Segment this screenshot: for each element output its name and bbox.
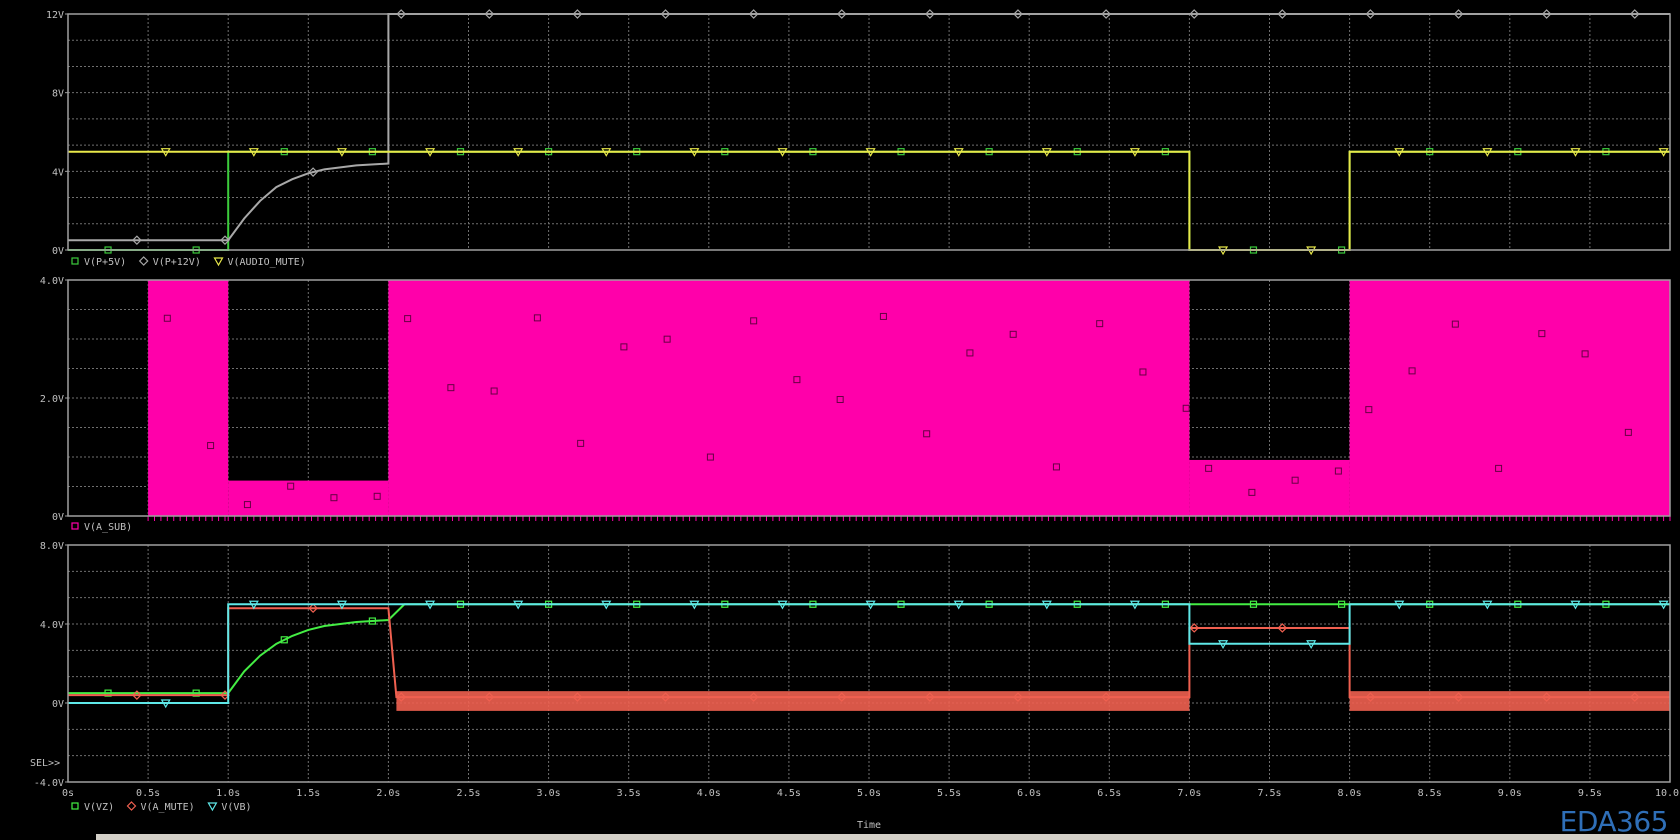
y-tick-label: 4.0V bbox=[40, 620, 64, 631]
x-tick-label: 6.0s bbox=[1017, 788, 1041, 799]
legend-entry: V(A_SUB) bbox=[84, 522, 132, 533]
x-tick-label: 4.0s bbox=[697, 788, 721, 799]
legend: V(P+5V) V(P+12V) V(AUDIO_MUTE) bbox=[71, 256, 306, 268]
plot-panel-1[interactable]: 0V 4V 8V 12V V(P+5V) V(P+12V) V(AUDIO_MUTE) bbox=[46, 9, 1671, 268]
legend-marker bbox=[213, 257, 224, 267]
x-tick-label: 5.0s bbox=[857, 788, 881, 799]
x-tick-label: 8.0s bbox=[1338, 788, 1362, 799]
y-tick-label: 2.0V bbox=[40, 394, 64, 405]
y-tick-label: 12V bbox=[46, 10, 64, 21]
legend: V(VZ) V(A_MUTE) V(VB) bbox=[71, 801, 252, 813]
legend-marker bbox=[126, 801, 137, 811]
signal-band bbox=[148, 280, 229, 516]
x-tick-label: 3.5s bbox=[617, 788, 641, 799]
x-tick-label: 7.5s bbox=[1257, 788, 1281, 799]
legend-marker bbox=[71, 522, 79, 530]
signal-band bbox=[1189, 459, 1350, 516]
legend: V(A_SUB) bbox=[71, 522, 132, 533]
x-tick-label: 10.0s bbox=[1655, 788, 1680, 799]
x-tick-label: 3.0s bbox=[537, 788, 561, 799]
x-tick-label: 0.5s bbox=[136, 788, 160, 799]
x-tick-label: 7.0s bbox=[1177, 788, 1201, 799]
x-tick-label: 6.5s bbox=[1097, 788, 1121, 799]
signal-band bbox=[1349, 280, 1670, 516]
y-tick-label: 4V bbox=[52, 167, 64, 178]
x-tick-label: 1.0s bbox=[216, 788, 240, 799]
x-tick-label: 8.5s bbox=[1418, 788, 1442, 799]
status-bar bbox=[96, 834, 1680, 840]
signal-ripple-band bbox=[1349, 691, 1670, 711]
x-tick-label: 2.5s bbox=[456, 788, 480, 799]
legend-marker bbox=[71, 802, 79, 810]
plot-grid bbox=[68, 545, 1670, 782]
x-tick-label: 9.5s bbox=[1578, 788, 1602, 799]
legend-entry: V(VZ) bbox=[84, 802, 114, 813]
signal-ripple-band bbox=[396, 691, 1190, 711]
signal-band bbox=[388, 280, 1190, 516]
y-tick-label: 0V bbox=[52, 246, 64, 257]
y-tick-label: 8V bbox=[52, 89, 64, 100]
legend-marker bbox=[138, 256, 149, 266]
x-tick-label: 1.5s bbox=[296, 788, 320, 799]
plot-grid bbox=[68, 14, 1670, 250]
probe-plot-window: 0V 4V 8V 12V V(P+5V) V(P+12V) V(AUDIO_MUTE) 0V 2… bbox=[0, 0, 1680, 840]
y-tick-label: 0V bbox=[52, 512, 64, 523]
y-tick-label: 4.0V bbox=[40, 276, 64, 287]
x-tick-label: 4.5s bbox=[777, 788, 801, 799]
legend-marker bbox=[207, 802, 218, 812]
plot-panel-3[interactable]: -4.0V 0V 4.0V 8.0V 0s 0.5s 1.0s 1.5s 2.0s 2.5s 3.0… bbox=[30, 541, 1680, 831]
series-group bbox=[147, 280, 1671, 521]
sel-marker[interactable]: SEL>> bbox=[30, 758, 60, 769]
x-axis-title: Time bbox=[857, 820, 881, 831]
x-tick-label: 5.5s bbox=[937, 788, 961, 799]
x-tick-label: 9.0s bbox=[1498, 788, 1522, 799]
legend-entry: V(A_MUTE) bbox=[141, 802, 195, 813]
legend-entry: V(AUDIO_MUTE) bbox=[228, 257, 306, 268]
watermark-logo: EDA365 bbox=[1559, 805, 1669, 838]
y-tick-label: -4.0V bbox=[34, 778, 64, 789]
y-tick-label: 8.0V bbox=[40, 541, 64, 552]
legend-entry: V(P+12V) bbox=[153, 257, 201, 268]
legend-entry: V(P+5V) bbox=[84, 257, 126, 268]
x-tick-label: 2.0s bbox=[376, 788, 400, 799]
waveform-plot[interactable]: 0V 4V 8V 12V V(P+5V) V(P+12V) V(AUDIO_MUTE) 0V 2… bbox=[0, 0, 1680, 840]
plot-panel-2[interactable]: 0V 2.0V 4.0V V(A_SUB) bbox=[40, 276, 1671, 533]
legend-marker bbox=[71, 257, 79, 265]
signal-band bbox=[228, 480, 389, 516]
x-tick-label: 0s bbox=[62, 788, 74, 799]
legend-entry: V(VB) bbox=[221, 802, 251, 813]
y-tick-label: 0V bbox=[52, 699, 64, 710]
